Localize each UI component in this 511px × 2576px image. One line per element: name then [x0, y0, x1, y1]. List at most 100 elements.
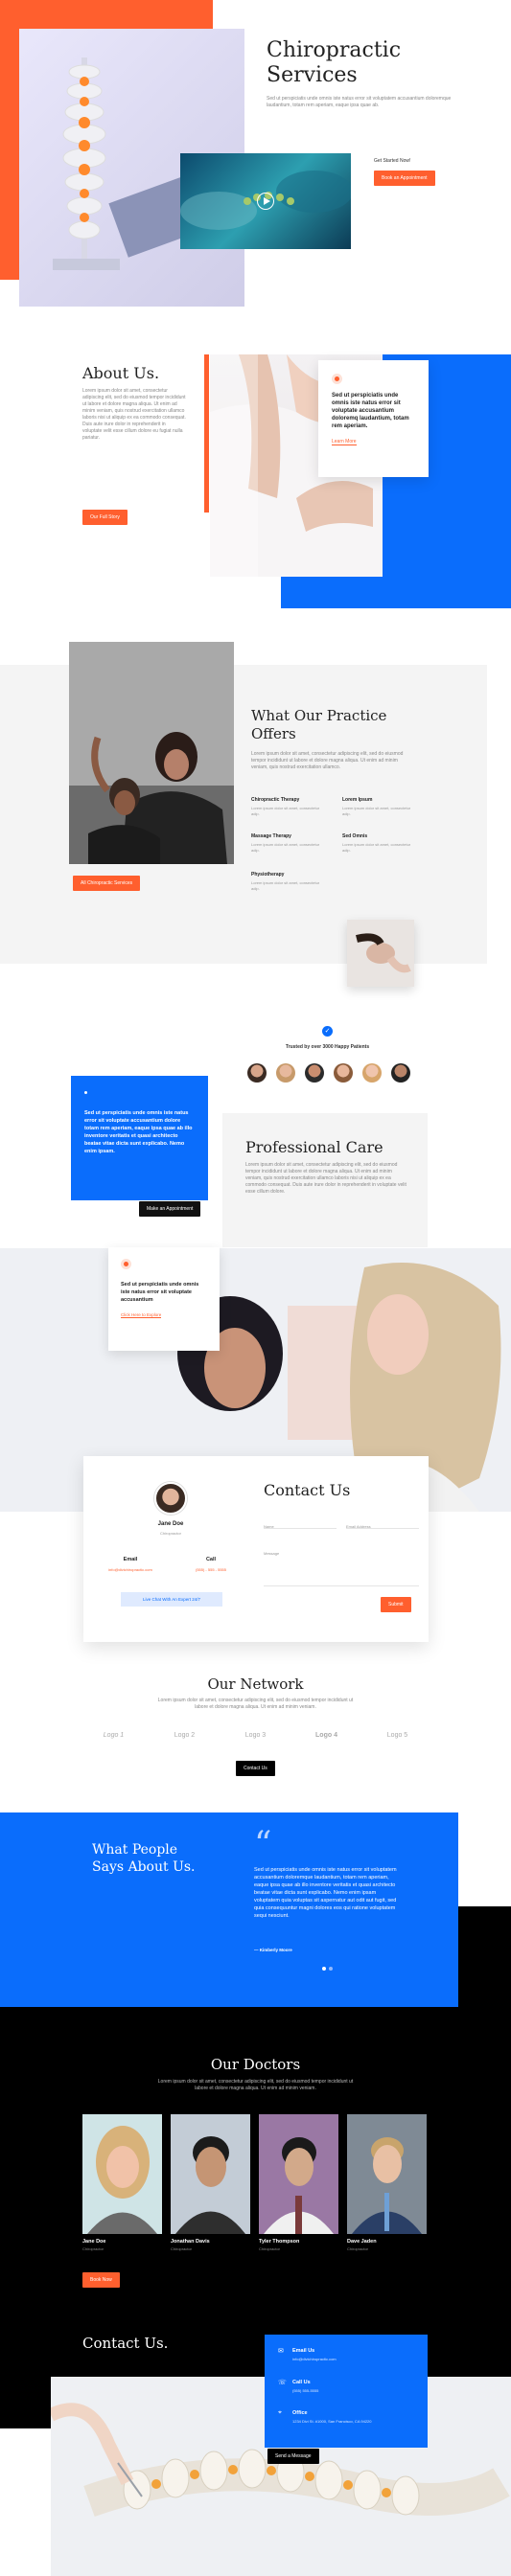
avatar: [391, 1063, 410, 1083]
offers-title-line2: Offers: [251, 725, 296, 742]
hero-get-started-link[interactable]: Get Started Now!: [374, 158, 410, 164]
doctor-photo: [259, 2114, 338, 2234]
partner-logo: Logo 1: [103, 1732, 125, 1739]
offers-text: Lorem ipsum dolor sit amet, consectetur …: [251, 751, 404, 770]
quote-card-icon: [121, 1259, 131, 1269]
service-name: Lorem Ipsum: [342, 797, 373, 803]
offers-neck-image: [347, 920, 414, 987]
avatar: [362, 1063, 382, 1083]
bottom-email-value[interactable]: info@divichiropractic.com: [292, 2357, 337, 2361]
slider-dot[interactable]: [322, 1967, 326, 1971]
service-item: Massage Therapy Lorem ipsum dolor sit am…: [251, 833, 328, 854]
partner-logo: Logo 4: [315, 1732, 337, 1739]
doctors-text: Lorem ipsum dolor sit amet, consectetur …: [157, 2079, 354, 2091]
slider-dot[interactable]: [329, 1967, 333, 1971]
submit-button[interactable]: Submit: [381, 1597, 411, 1612]
trusted-check-icon: ✓: [322, 1026, 333, 1037]
doctors-title: Our Doctors: [210, 2056, 301, 2073]
quote-icon: “: [254, 1825, 272, 1864]
testimonial-author: — Kimberly Moore: [254, 1948, 292, 1952]
message-field-placeholder: Message: [264, 1551, 280, 1556]
doctor-photo: [82, 2114, 162, 2234]
about-card-text: Sed ut perspiciatis unde omnis iste natu…: [332, 393, 409, 429]
service-text: Lorem ipsum dolor sit amet, consectetur …: [251, 842, 320, 853]
service-item: Physiotherapy Lorem ipsum dolor sit amet…: [251, 872, 328, 892]
avatar: [305, 1063, 324, 1083]
contact-email-value[interactable]: info@divichiropractic.com: [96, 1567, 165, 1572]
contact-call-value[interactable]: (555) - 555 - 5555: [182, 1567, 240, 1572]
avatar: [276, 1063, 295, 1083]
offers-stretch-image: [69, 642, 234, 864]
testimonials-black-strip: [458, 1906, 511, 2007]
contact-call-label: Call: [205, 1557, 217, 1562]
bottom-call-label: Call Us: [292, 2380, 311, 2385]
email-icon: ✉: [278, 2348, 284, 2355]
message-field[interactable]: Message: [264, 1542, 419, 1586]
location-icon: ⌖: [278, 2409, 282, 2416]
quote-card-link[interactable]: Click Here to Explore: [121, 1312, 162, 1318]
live-chat-button[interactable]: Live Chat With An Expert 24/7: [121, 1592, 222, 1607]
bottom-office-label: Office: [292, 2410, 308, 2416]
doctor-role: Chiropractor: [171, 2246, 193, 2251]
about-story-button[interactable]: Our Full Story: [82, 510, 128, 525]
book-now-button[interactable]: Book Now: [82, 2272, 120, 2288]
service-text: Lorem ipsum dolor sit amet, consectetur …: [342, 842, 411, 853]
doctor-name: Jane Doe: [82, 2239, 106, 2245]
about-card: Sed ut perspiciatis unde omnis iste natu…: [318, 360, 429, 477]
testimonials-title: What People Says About Us.: [92, 1841, 196, 1876]
about-card-link[interactable]: Learn More: [332, 439, 357, 445]
service-name: Chiropractic Therapy: [251, 797, 300, 803]
service-item: Chiropractic Therapy Lorem ipsum dolor s…: [251, 797, 328, 817]
care-blue-card: Sed ut perspiciatis unde omnis iste natu…: [71, 1076, 208, 1200]
doctor-photo: [347, 2114, 427, 2234]
doctor-photo: [171, 2114, 250, 2234]
name-field[interactable]: Name: [264, 1516, 337, 1529]
partner-logo: Logo 3: [244, 1732, 267, 1739]
service-item: Lorem Ipsum Lorem ipsum dolor sit amet, …: [342, 797, 419, 817]
partner-logo: Logo 5: [386, 1732, 408, 1739]
hero-video-thumbnail[interactable]: [180, 153, 351, 249]
email-field-placeholder: Email Address: [346, 1524, 371, 1529]
doctor-name: Tyler Thompson: [259, 2239, 300, 2245]
hero-title: Chiropractic Services: [267, 38, 401, 88]
care-text: Lorem ipsum dolor sit amet, consectetur …: [245, 1162, 406, 1195]
doctor-name: Dave Jaden: [347, 2239, 377, 2245]
about-orange-line: [204, 354, 209, 513]
care-blue-text: Sed ut perspiciatis unde omnis iste natu…: [84, 1110, 193, 1154]
service-name: Sed Omnis: [342, 833, 368, 839]
avatar: [247, 1063, 267, 1083]
hero-title-line1: Chiropractic: [267, 38, 402, 62]
slider-dots[interactable]: [322, 1967, 336, 1971]
testimonials-title-line1: What People: [92, 1842, 178, 1858]
about-text: Lorem ipsum dolor sit amet, consectetur …: [82, 388, 186, 441]
profile-role: Chiropractor: [159, 1531, 181, 1536]
hero-text: Sed ut perspiciatis unde omnis iste natu…: [267, 96, 452, 108]
network-title: Our Network: [207, 1676, 304, 1693]
doctor-name: Jonathan Davis: [171, 2239, 210, 2245]
service-item: Sed Omnis Lorem ipsum dolor sit amet, co…: [342, 833, 419, 854]
bottom-contact-title: Contact Us.: [82, 2335, 169, 2352]
play-icon[interactable]: [257, 193, 274, 210]
service-text: Lorem ipsum dolor sit amet, consectetur …: [251, 880, 320, 891]
network-text: Lorem ipsum dolor sit amet, consectetur …: [157, 1698, 354, 1710]
send-message-button[interactable]: Send a Message: [267, 2449, 319, 2464]
service-text: Lorem ipsum dolor sit amet, consectetur …: [251, 806, 320, 816]
about-card-icon: [332, 374, 342, 384]
service-text: Lorem ipsum dolor sit amet, consectetur …: [342, 806, 411, 816]
name-field-placeholder: Name: [264, 1524, 274, 1529]
hero-title-line2: Services: [267, 63, 358, 87]
bottom-email-label: Email Us: [292, 2348, 315, 2354]
offers-services-button[interactable]: All Chiropractic Services: [73, 876, 141, 891]
service-name: Massage Therapy: [251, 833, 291, 839]
quote-card-text: Sed ut perspiciatis unde omnis iste natu…: [121, 1282, 199, 1303]
email-field[interactable]: Email Address: [346, 1516, 419, 1529]
hero-appointment-button[interactable]: Book an Appointment: [374, 171, 435, 186]
offers-title: What Our Practice Offers: [251, 707, 386, 743]
offers-title-line1: What Our Practice: [251, 707, 387, 724]
network-contact-button[interactable]: Contact Us: [236, 1761, 275, 1776]
bottom-call-value[interactable]: (555) 555-5555: [292, 2388, 318, 2393]
care-appointment-button[interactable]: Make an Appointment: [139, 1201, 201, 1217]
bottom-office-value: 1234 Divi St. #1000, San Francisco, CA 9…: [292, 2419, 372, 2424]
doctor-role: Chiropractor: [82, 2246, 105, 2251]
doctor-role: Chiropractor: [259, 2246, 281, 2251]
